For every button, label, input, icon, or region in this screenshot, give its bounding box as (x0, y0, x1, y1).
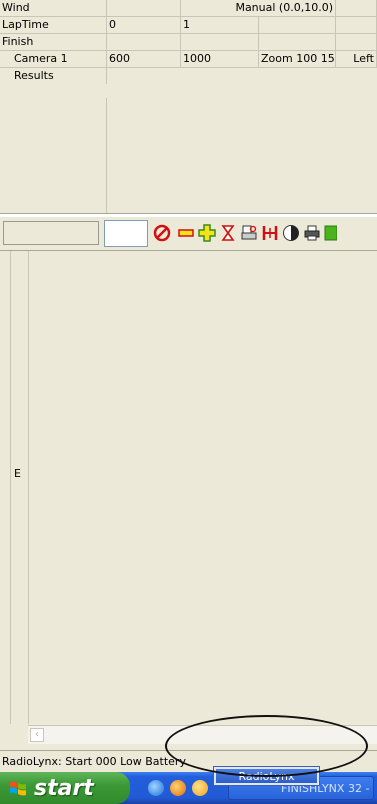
grid-row-finish[interactable]: Finish (0, 34, 377, 51)
results-label-column (0, 98, 107, 214)
windows-logo-icon (10, 781, 26, 796)
firefox-icon[interactable] (170, 780, 186, 796)
grid-row-camera-1[interactable]: Camera 1 600 1000 Zoom 100 150 Left (0, 51, 377, 68)
row-value-3: Zoom 100 150 (261, 51, 336, 67)
row-value-1 (107, 68, 181, 84)
status-bar: RadioLynx: Start 000 Low Battery (0, 750, 377, 773)
status-text: RadioLynx: Start 000 Low Battery (2, 755, 186, 768)
quicklaunch-icon[interactable] (192, 780, 208, 796)
contrast-icon[interactable] (281, 223, 301, 243)
row-value-4 (336, 0, 377, 16)
toolbar-input[interactable] (104, 220, 148, 247)
horizontal-scrollbar[interactable]: ‹ (28, 725, 377, 744)
no-entry-icon[interactable] (152, 223, 172, 243)
row-label: Camera 1 (0, 51, 107, 67)
internet-explorer-icon[interactable] (148, 780, 164, 796)
splitter[interactable] (0, 213, 377, 217)
minus-icon[interactable] (176, 223, 196, 243)
property-grid: Wind Manual (0.0,10.0) LapTime 0 1 Finis… (0, 0, 377, 100)
row-value-1 (107, 0, 181, 16)
side-label: E (14, 467, 21, 480)
printer-icon[interactable] (302, 223, 322, 243)
results-view[interactable] (28, 251, 377, 724)
row-label: Finish (0, 34, 107, 50)
plus-icon[interactable] (197, 223, 217, 243)
grid-row-laptime[interactable]: LapTime 0 1 (0, 17, 377, 34)
row-value-2: 1000 (181, 51, 259, 67)
side-divider (10, 251, 11, 724)
grid-row-wind[interactable]: Wind Manual (0.0,10.0) (0, 0, 377, 17)
row-value-1: 0 (107, 17, 181, 33)
row-label: Wind (0, 0, 107, 16)
taskbar: start FINISHLYNX 32 - [RESULTAT... (0, 772, 377, 804)
row-value-2: 1 (181, 17, 259, 33)
scroll-left-arrow-icon[interactable]: ‹ (30, 728, 44, 742)
row-label: Results (0, 68, 107, 84)
row-value-4: Left (336, 51, 377, 67)
print-preview-icon[interactable] (239, 223, 259, 243)
row-value-wind: Manual (0.0,10.0) (181, 0, 336, 16)
toolbar (0, 218, 377, 251)
grid-row-results[interactable]: Results (0, 68, 377, 84)
tray-tooltip: RadioLynx (213, 766, 320, 786)
row-value-1 (107, 34, 181, 50)
row-label: LapTime (0, 17, 107, 33)
start-label: start (34, 775, 94, 801)
main-panel: E ‹ (0, 251, 377, 748)
hourglass-icon[interactable] (218, 223, 238, 243)
row-value-3 (259, 34, 336, 50)
row-value-1: 600 (107, 51, 181, 67)
start-button[interactable]: start (0, 772, 130, 804)
green-tab-icon[interactable] (323, 223, 337, 243)
row-value-3 (259, 17, 336, 33)
row-value-4 (336, 17, 377, 33)
split-icon[interactable] (260, 223, 280, 243)
row-value-4 (336, 34, 377, 50)
tooltip-label: RadioLynx (216, 769, 317, 783)
results-area (0, 98, 377, 214)
toolbar-field-box (3, 221, 99, 245)
row-value-2 (181, 34, 259, 50)
